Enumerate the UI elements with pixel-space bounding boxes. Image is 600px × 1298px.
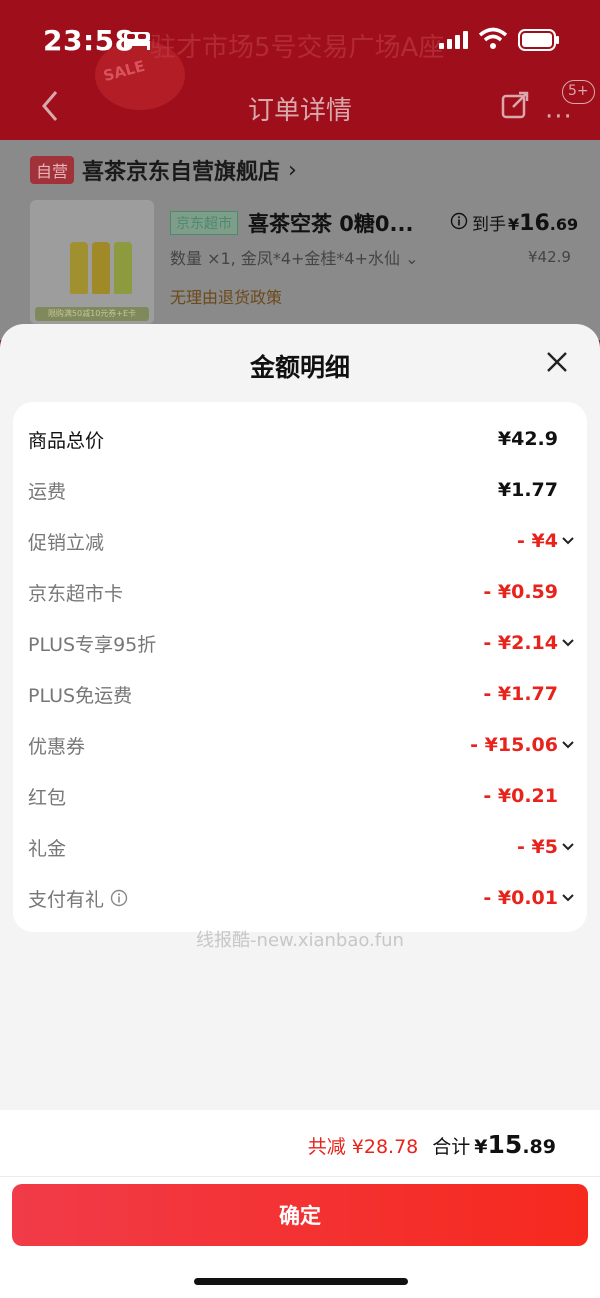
product-image[interactable]: 限购满50减10元券+E卡 (30, 200, 154, 324)
row-amount-group: - ¥2.14 (483, 632, 575, 654)
row-label: 优惠券 (28, 735, 86, 758)
total-summary: 共减 ¥28.78 合计 ¥ 15 .89 (308, 1130, 556, 1159)
product-title-row[interactable]: 京东超市 喜茶空茶 0糖0... (170, 208, 413, 238)
watermark: 线报酷-new.xianbao.fun (196, 930, 404, 951)
row-label: 京东超市卡 (28, 582, 124, 605)
store-name: 喜茶京东自营旗舰店 (82, 160, 281, 185)
total-decimal: .89 (522, 1136, 556, 1158)
more-menu-button[interactable]: ··· (545, 102, 573, 132)
confirm-button[interactable]: 确定 (12, 1184, 588, 1246)
signal-icon (439, 31, 468, 49)
total-currency: ¥ (474, 1136, 488, 1158)
row-jd-card: 京东超市卡 - ¥0.59 (28, 577, 575, 607)
product-bottle-image (70, 242, 88, 294)
product-bottle-image (114, 242, 132, 294)
chevron-down-icon[interactable] (561, 638, 575, 648)
sleep-mode-icon (124, 32, 150, 50)
row-amount: - ¥15.06 (470, 734, 558, 756)
row-payment-gift[interactable]: 支付有礼 - ¥0.01 (28, 883, 575, 913)
row-amount-group: - ¥0.01 (483, 887, 575, 909)
row-label: 商品总价 (28, 429, 105, 452)
total-integer: 15 (487, 1130, 523, 1159)
row-gift-money[interactable]: 礼金 - ¥5 (28, 832, 575, 862)
original-price: ¥42.9 (528, 248, 571, 266)
message-badge: 5+ (562, 80, 595, 104)
row-amount: - ¥1.77 (483, 683, 558, 705)
row-amount: ¥1.77 (497, 479, 558, 501)
final-price-currency: ¥ (508, 215, 520, 234)
share-icon[interactable] (500, 90, 530, 120)
chevron-down-icon[interactable] (561, 740, 575, 750)
product-name: 喜茶空茶 0糖0... (248, 212, 414, 236)
row-amount-group: - ¥5 (517, 836, 575, 858)
final-price-integer: 16 (519, 211, 550, 236)
total-reduction: 共减 ¥28.78 (307, 1136, 419, 1158)
product-spec[interactable]: 数量 ×1, 金凤*4+金桂*4+水仙 ⌄ (170, 245, 419, 269)
chevron-right-icon: › (288, 157, 297, 183)
row-label: PLUS专享95折 (28, 633, 157, 656)
product-image-promo-tag: 限购满50减10元券+E卡 (35, 307, 149, 321)
chevron-down-icon[interactable] (561, 536, 575, 546)
row-plus-free-shipping: PLUS免运费 - ¥1.77 (28, 679, 575, 709)
row-amount: - ¥5 (517, 836, 558, 858)
row-label-group: 支付有礼 (28, 885, 128, 912)
jd-supermarket-tag: 京东超市 (170, 211, 238, 235)
row-amount: ¥42.9 (497, 428, 558, 450)
row-promotion[interactable]: 促销立减 - ¥4 (28, 526, 575, 556)
final-price-label: 到手 (472, 215, 506, 235)
row-label: PLUS免运费 (28, 684, 133, 707)
close-icon[interactable] (545, 350, 569, 374)
divider (0, 1176, 600, 1177)
final-price[interactable]: 到手 ¥ 16 .69 (450, 210, 578, 236)
store-row[interactable]: 自营 喜茶京东自营旗舰店 › (30, 154, 297, 186)
info-icon[interactable] (110, 889, 128, 907)
amount-detail-card: 商品总价 ¥42.9 运费 ¥1.77 促销立减 - ¥4 京东超市卡 - ¥0… (13, 402, 587, 932)
total-label: 合计 (432, 1136, 471, 1158)
home-indicator[interactable] (194, 1278, 408, 1285)
battery-icon (518, 29, 559, 51)
status-bar: 23:58 (0, 0, 600, 80)
row-goods-total: 商品总价 ¥42.9 (28, 424, 575, 454)
row-amount: - ¥0.59 (483, 581, 558, 603)
row-amount: - ¥4 (517, 530, 558, 552)
sheet-title: 金额明细 (249, 353, 350, 382)
row-amount-group: - ¥15.06 (470, 734, 575, 756)
row-label: 红包 (28, 786, 67, 809)
row-amount-group: - ¥4 (517, 530, 575, 552)
product-bottle-image (92, 242, 110, 294)
row-amount: - ¥0.01 (483, 887, 558, 909)
row-amount: - ¥2.14 (483, 632, 558, 654)
self-operated-tag: 自营 (30, 156, 75, 184)
row-shipping: 运费 ¥1.77 (28, 475, 575, 505)
row-plus-discount[interactable]: PLUS专享95折 - ¥2.14 (28, 628, 575, 658)
row-red-packet: 红包 - ¥0.21 (28, 781, 575, 811)
final-price-decimal: .69 (549, 215, 579, 234)
refund-policy: 无理由退货政策 (170, 288, 283, 307)
chevron-down-icon[interactable] (561, 893, 575, 903)
chevron-down-icon[interactable] (561, 842, 575, 852)
row-amount: - ¥0.21 (483, 785, 558, 807)
row-label: 支付有礼 (28, 888, 105, 911)
wifi-icon (478, 27, 508, 49)
row-coupon[interactable]: 优惠券 - ¥15.06 (28, 730, 575, 760)
row-label: 礼金 (28, 837, 67, 860)
row-label: 运费 (28, 480, 67, 503)
row-label: 促销立减 (28, 531, 105, 554)
info-icon[interactable] (450, 212, 468, 230)
status-time: 23:58 (43, 24, 135, 57)
